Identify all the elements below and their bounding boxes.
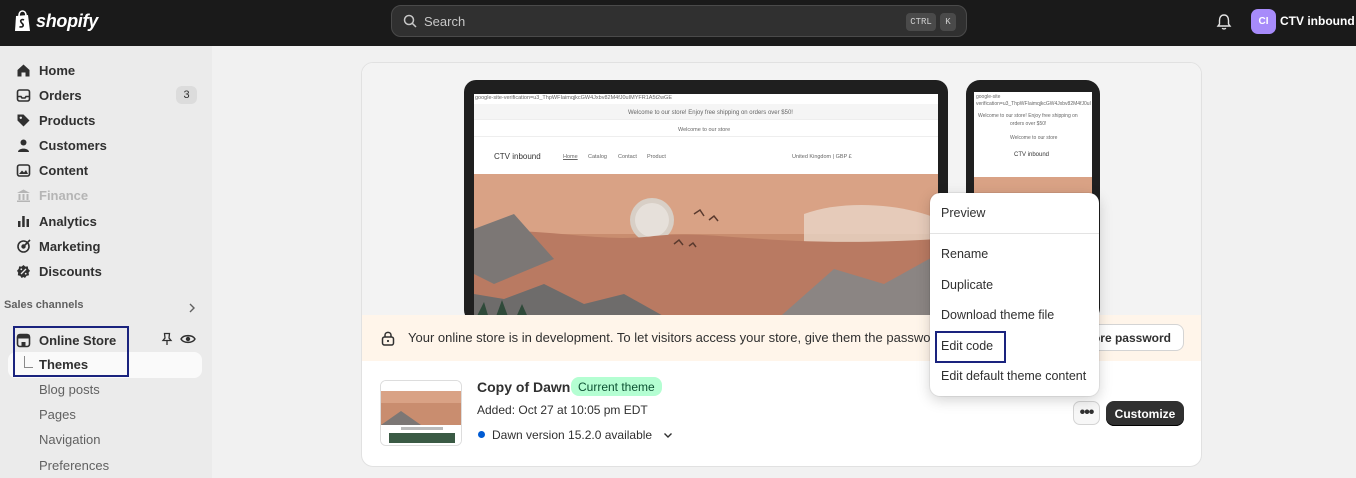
lock-icon bbox=[381, 331, 395, 346]
shopify-logo[interactable]: shopify bbox=[13, 10, 98, 33]
bell-icon[interactable] bbox=[1215, 13, 1233, 31]
preview-nav-home: Home bbox=[563, 154, 578, 160]
theme-name: Copy of Dawn bbox=[477, 379, 571, 395]
hero-landscape-image bbox=[474, 174, 938, 322]
shortcut-k-key: K bbox=[940, 13, 956, 31]
tag-icon bbox=[17, 114, 30, 126]
target-icon bbox=[17, 238, 31, 253]
preview-region: United Kingdom | GBP £ bbox=[792, 154, 852, 160]
image-icon bbox=[16, 163, 31, 177]
search-bar[interactable]: Search CTRL K bbox=[391, 5, 967, 37]
sidebar-item-label: Customers bbox=[39, 137, 107, 153]
preview-nav-product: Product bbox=[647, 154, 666, 160]
sidebar-item-products[interactable]: Products bbox=[16, 110, 95, 130]
sidebar-item-label: Home bbox=[39, 62, 76, 78]
preview-store-title: CTV inbound bbox=[494, 152, 541, 161]
sidebar-item-label: Analytics bbox=[39, 213, 97, 229]
person-icon bbox=[18, 139, 29, 152]
sidebar-item-label: Orders bbox=[39, 87, 82, 103]
sidebar-item-analytics[interactable]: Analytics bbox=[16, 211, 97, 231]
sidebar-item-customers[interactable]: Customers bbox=[16, 135, 107, 155]
sidebar-item-discounts[interactable]: Discounts bbox=[16, 261, 102, 281]
online-store-highlight-box bbox=[13, 326, 129, 377]
sales-channels-heading: Sales channels bbox=[4, 299, 84, 311]
preview-nav-catalog: Catalog bbox=[588, 154, 607, 160]
customize-button[interactable]: Customize bbox=[1106, 401, 1184, 426]
phone-verification-1: google-site bbox=[976, 94, 1001, 100]
menu-divider bbox=[930, 233, 1099, 234]
phone-verification-2: verification=u3_ThpWFIaimqjkcGW4Jxbv82M4… bbox=[976, 101, 1091, 107]
alert-message: Your online store is in development. To … bbox=[408, 330, 946, 345]
store-name[interactable]: CTV inbound bbox=[1280, 14, 1355, 28]
shopify-bag-icon bbox=[15, 10, 30, 31]
sidebar-subitem-blog-posts[interactable]: Blog posts bbox=[39, 382, 100, 397]
sidebar-item-label: Marketing bbox=[39, 238, 101, 254]
search-placeholder: Search bbox=[424, 13, 466, 29]
eye-icon[interactable] bbox=[180, 332, 196, 346]
pin-icon[interactable] bbox=[160, 332, 174, 346]
bar-chart-icon bbox=[18, 215, 29, 227]
avatar[interactable]: CI bbox=[1251, 9, 1276, 34]
edit-code-highlight-box bbox=[935, 331, 1006, 363]
sidebar-item-content[interactable]: Content bbox=[16, 160, 88, 180]
sidebar: Home Orders 3 Products Customers Content… bbox=[0, 46, 212, 478]
menu-item-rename[interactable]: Rename bbox=[941, 247, 988, 261]
thumbnail-image bbox=[381, 381, 461, 445]
menu-item-preview[interactable]: Preview bbox=[941, 206, 985, 220]
sidebar-item-marketing[interactable]: Marketing bbox=[16, 236, 100, 256]
sidebar-item-label: Content bbox=[39, 162, 89, 178]
welcome-text: Welcome to our store bbox=[678, 127, 731, 133]
chevron-right-icon[interactable] bbox=[186, 302, 198, 314]
laptop-screen: google-site-verification=u3_ThpWFIaimqjk… bbox=[474, 94, 938, 322]
theme-version-available[interactable]: Dawn version 15.2.0 available bbox=[492, 428, 652, 442]
theme-actions-menu: Preview Rename Duplicate Download theme … bbox=[930, 193, 1099, 396]
bank-icon bbox=[17, 189, 30, 202]
more-actions-button[interactable]: ••• bbox=[1073, 401, 1100, 425]
verification-text: google-site-verification=u3_ThpWFIaimqjk… bbox=[475, 95, 673, 101]
search-icon bbox=[403, 14, 417, 28]
laptop-preview[interactable]: google-site-verification=u3_ThpWFIaimqjk… bbox=[464, 80, 948, 322]
menu-item-edit-default-theme-content[interactable]: Edit default theme content bbox=[941, 369, 1086, 383]
sidebar-subitem-pages[interactable]: Pages bbox=[39, 407, 76, 422]
phone-announcement-1: Welcome to our store! Enjoy free shippin… bbox=[978, 113, 1078, 119]
announcement-text: Welcome to our store! Enjoy free shippin… bbox=[628, 110, 793, 116]
current-theme-badge: Current theme bbox=[571, 377, 662, 396]
sidebar-subitem-preferences[interactable]: Preferences bbox=[39, 458, 109, 473]
sidebar-item-label: Finance bbox=[39, 187, 89, 203]
shortcut-ctrl-key: CTRL bbox=[906, 13, 936, 31]
inbox-icon bbox=[16, 88, 31, 102]
menu-item-duplicate[interactable]: Duplicate bbox=[941, 278, 993, 292]
brand-name: shopify bbox=[36, 11, 98, 31]
sidebar-item-home[interactable]: Home bbox=[16, 60, 75, 80]
phone-store-title: CTV inbound bbox=[1014, 152, 1050, 158]
sidebar-item-orders[interactable]: Orders bbox=[16, 85, 82, 105]
sidebar-item-finance[interactable]: Finance bbox=[16, 185, 88, 205]
sidebar-subitem-navigation[interactable]: Navigation bbox=[39, 432, 100, 447]
menu-item-download-theme-file[interactable]: Download theme file bbox=[941, 308, 1054, 322]
orders-count-badge: 3 bbox=[176, 86, 197, 104]
home-icon bbox=[17, 64, 30, 76]
sidebar-item-label: Discounts bbox=[39, 263, 102, 279]
theme-added-date: Added: Oct 27 at 10:05 pm EDT bbox=[477, 403, 648, 417]
phone-announcement-2: orders over $50! bbox=[1010, 121, 1047, 127]
chevron-down-icon[interactable] bbox=[662, 429, 674, 441]
top-bar: shopify Search CTRL K CI CTV inbound bbox=[0, 0, 1356, 46]
sidebar-item-label: Products bbox=[39, 112, 96, 128]
preview-nav-contact: Contact bbox=[618, 154, 637, 160]
update-dot-icon bbox=[478, 431, 485, 438]
theme-thumbnail bbox=[380, 380, 462, 446]
discount-icon bbox=[17, 264, 30, 278]
phone-welcome-text: Welcome to our store bbox=[1010, 135, 1058, 141]
